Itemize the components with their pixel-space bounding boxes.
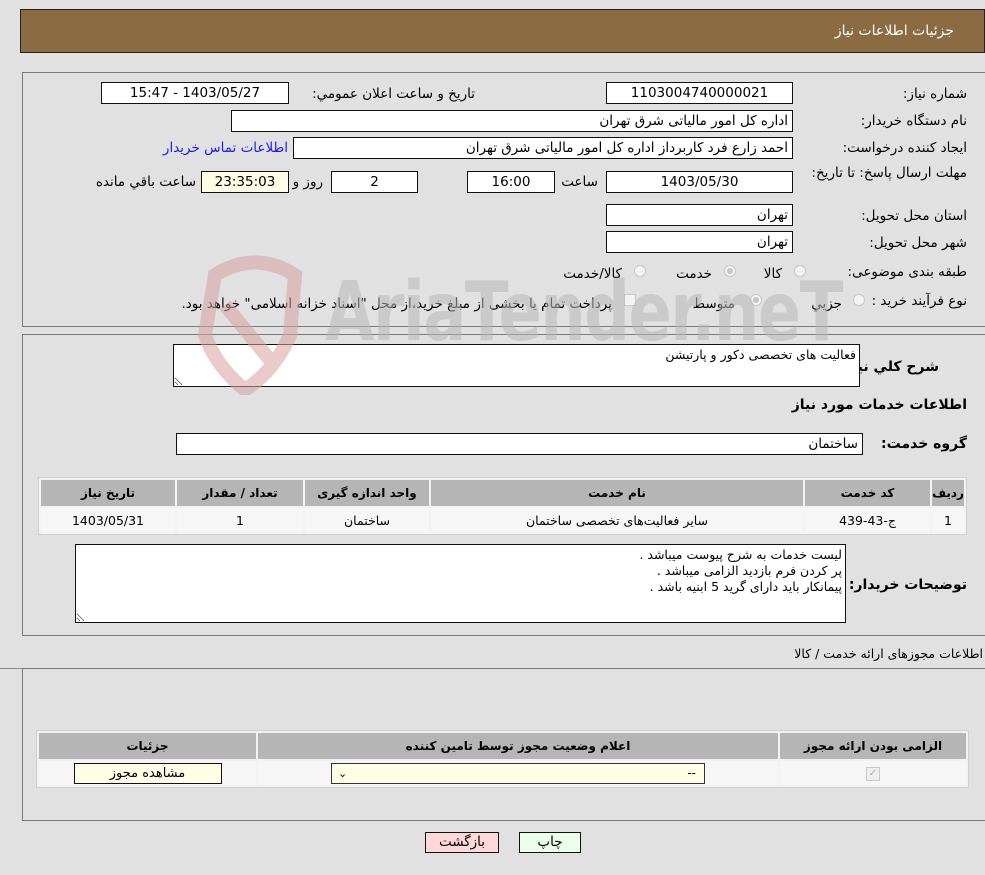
general-desc-textarea[interactable] xyxy=(173,344,860,387)
col-permit-details: جزئیات xyxy=(39,733,256,759)
category-option-goods-service: کالا/خدمت xyxy=(563,266,622,282)
purchase-type-label: نوع فرآیند خرید : xyxy=(871,293,967,309)
treasury-checkbox-label: پرداخت تمام یا بخشی از مبلغ خرید،از محل … xyxy=(181,296,612,312)
cell-unit: ساختمان xyxy=(305,508,429,532)
buyer-notes-label: توضیحات خریدار: xyxy=(848,577,967,593)
city-label: شهر محل تحویل: xyxy=(869,235,967,251)
category-option-service: خدمت xyxy=(676,266,712,282)
chevron-down-icon: ⌄ xyxy=(338,766,348,780)
print-button[interactable]: چاپ xyxy=(519,832,581,853)
back-button[interactable]: بازگشت xyxy=(425,832,499,853)
creator-field: احمد زارع فرد کاربرداز اداره کل امور مال… xyxy=(293,137,793,159)
permit-required-checkbox: ✓ xyxy=(866,766,880,781)
province-field: تهران xyxy=(606,204,793,226)
buyer-org-label: نام دستگاه خریدار: xyxy=(860,113,967,129)
deadline-time-label: ساعت xyxy=(561,174,598,190)
purchase-radio-medium[interactable] xyxy=(750,294,762,306)
announce-date-field: 1403/05/27 - 15:47 xyxy=(101,82,289,104)
col-permit-required: الزامی بودن ارائه مجوز xyxy=(780,733,966,759)
table-row: ✓ -- ⌄ مشاهده مجوز xyxy=(39,761,966,785)
remaining-days-field: 2 xyxy=(331,171,418,193)
category-radio-goods-service[interactable] xyxy=(634,265,646,277)
province-label: استان محل تحویل: xyxy=(861,208,967,224)
purchase-option-minor: جزیي xyxy=(811,296,842,312)
page-title: جزئیات اطلاعات نیاز xyxy=(834,23,954,39)
need-number-label: شماره نیاز: xyxy=(902,86,967,102)
deadline-date-field: 1403/05/30 xyxy=(606,171,793,193)
table-row: 1 ج-43-439 سایر فعالیت‌های تخصصی ساختمان… xyxy=(41,508,964,532)
category-label: طبقه بندی موضوعی: xyxy=(847,264,967,280)
cell-permit-status: -- ⌄ xyxy=(258,761,778,785)
remaining-time-field: 23:35:03 xyxy=(201,171,289,193)
announce-date-label: تاریخ و ساعت اعلان عمومي: xyxy=(312,86,475,102)
col-row-number: ردیف xyxy=(932,480,964,506)
creator-label: ایجاد کننده درخواست: xyxy=(842,140,967,156)
purchase-radio-minor[interactable] xyxy=(853,294,865,306)
deadline-time-field: 16:00 xyxy=(467,171,555,193)
col-service-name: نام خدمت xyxy=(431,480,803,506)
permits-heading: اطلاعات مجوزهای ارائه خدمت / کالا xyxy=(794,646,983,661)
category-option-goods: کالا xyxy=(763,266,782,282)
cell-permit-details: مشاهده مجوز xyxy=(39,761,256,785)
purchase-option-medium: متوسط xyxy=(692,296,735,312)
col-need-date: تاریخ نیاز xyxy=(41,480,175,506)
cell-row-number: 1 xyxy=(932,508,964,532)
col-unit: واحد اندازه گیری xyxy=(305,480,429,506)
service-group-field: ساختمان xyxy=(176,433,863,455)
page-header: جزئیات اطلاعات نیاز xyxy=(20,9,985,53)
permit-status-select[interactable]: -- ⌄ xyxy=(331,762,705,784)
category-radio-goods[interactable] xyxy=(794,265,806,277)
days-label: روز و xyxy=(292,174,323,190)
permits-table: الزامی بودن ارائه مجوز اعلام وضعیت مجوز … xyxy=(36,730,969,788)
col-quantity: تعداد / مقدار xyxy=(177,480,303,506)
services-table: ردیف کد خدمت نام خدمت واحد اندازه گیری ت… xyxy=(38,477,967,535)
services-heading: اطلاعات خدمات مورد نیاز xyxy=(791,397,967,413)
services-table-header-row: ردیف کد خدمت نام خدمت واحد اندازه گیری ت… xyxy=(41,480,964,506)
cell-service-name: سایر فعالیت‌های تخصصی ساختمان xyxy=(431,508,803,532)
view-permit-button[interactable]: مشاهده مجوز xyxy=(73,762,222,784)
category-radio-service[interactable] xyxy=(724,265,736,277)
cell-service-code: ج-43-439 xyxy=(805,508,930,532)
permits-table-header-row: الزامی بودن ارائه مجوز اعلام وضعیت مجوز … xyxy=(39,733,966,759)
buyer-notes-textarea[interactable] xyxy=(75,544,846,623)
cell-need-date: 1403/05/31 xyxy=(41,508,175,532)
need-number-field: 1103004740000021 xyxy=(606,82,793,104)
col-permit-status: اعلام وضعیت مجوز توسط تامین کننده xyxy=(258,733,778,759)
service-group-label: گروه خدمت: xyxy=(881,436,967,452)
city-field: تهران xyxy=(606,231,793,253)
cell-permit-required: ✓ xyxy=(780,761,966,785)
cell-quantity: 1 xyxy=(177,508,303,532)
permit-status-value: -- xyxy=(687,765,696,780)
treasury-checkbox[interactable] xyxy=(624,294,636,306)
buyer-org-field: اداره کل امور مالیاتی شرق تهران xyxy=(231,110,793,132)
remaining-time-label: ساعت باقي مانده xyxy=(95,174,196,190)
deadline-label: مهلت ارسال پاسخ: تا تاریخ: xyxy=(811,165,967,181)
buyer-contact-link[interactable]: اطلاعات تماس خریدار xyxy=(163,140,288,156)
col-service-code: کد خدمت xyxy=(805,480,930,506)
